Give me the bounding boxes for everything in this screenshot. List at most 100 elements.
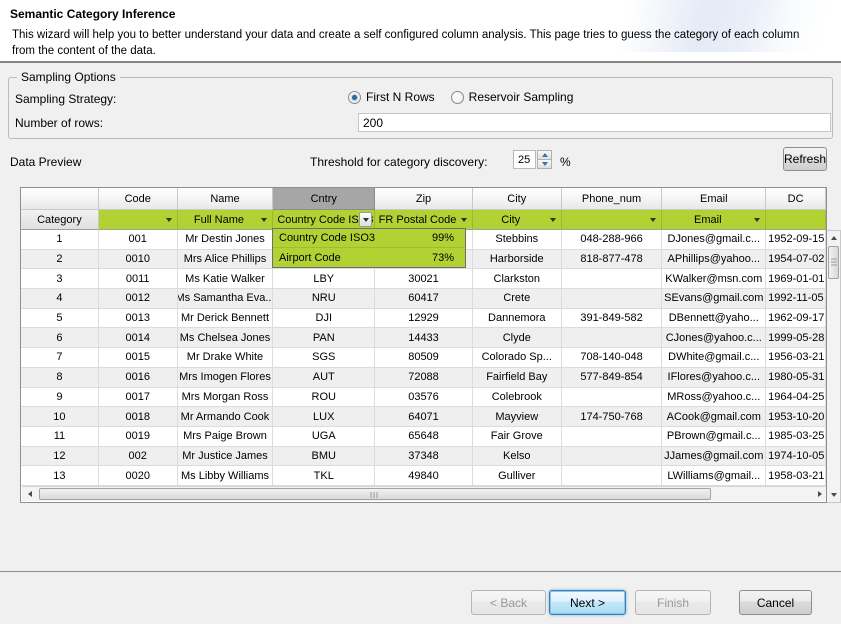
- table-row[interactable]: 110019Mrs Paige BrownUGA65648Fair GroveP…: [21, 427, 826, 447]
- number-of-rows-input[interactable]: [358, 113, 831, 132]
- table-cell[interactable]: DBennett@yaho...: [662, 309, 766, 328]
- table-cell[interactable]: 1974-10-05: [766, 447, 826, 466]
- table-cell[interactable]: 0015: [99, 348, 178, 367]
- table-cell[interactable]: 13: [21, 466, 99, 485]
- table-row[interactable]: 30011Ms Katie WalkerLBY30021ClarkstonKWa…: [21, 269, 826, 289]
- vertical-scrollbar[interactable]: [827, 230, 841, 503]
- table-cell[interactable]: AUT: [273, 368, 375, 387]
- table-cell[interactable]: 37348: [375, 447, 473, 466]
- table-cell[interactable]: 1952-09-15: [766, 230, 826, 249]
- table-cell[interactable]: Clyde: [473, 328, 562, 347]
- table-cell[interactable]: DJI: [273, 309, 375, 328]
- table-cell[interactable]: Mrs Imogen Flores: [178, 368, 274, 387]
- table-cell[interactable]: 30021: [375, 269, 473, 288]
- table-cell[interactable]: 60417: [375, 289, 473, 308]
- table-cell[interactable]: DWhite@gmail.c...: [662, 348, 766, 367]
- refresh-button[interactable]: Refresh: [783, 147, 827, 171]
- category-select-dob[interactable]: [766, 210, 826, 230]
- table-cell[interactable]: [562, 328, 663, 347]
- table-cell[interactable]: 1999-05-28: [766, 328, 826, 347]
- table-cell[interactable]: 10: [21, 407, 99, 426]
- table-cell[interactable]: Gulliver: [473, 466, 562, 485]
- table-cell[interactable]: Colorado Sp...: [473, 348, 562, 367]
- category-select-city[interactable]: City: [473, 210, 562, 230]
- column-header-email[interactable]: Email: [662, 188, 766, 210]
- scroll-left-button[interactable]: [22, 487, 37, 501]
- table-cell[interactable]: [562, 269, 663, 288]
- table-cell[interactable]: UGA: [273, 427, 375, 446]
- radio-unselected-icon[interactable]: [451, 91, 464, 104]
- table-cell[interactable]: 12: [21, 447, 99, 466]
- table-cell[interactable]: 5: [21, 309, 99, 328]
- table-cell[interactable]: LWilliams@gmail...: [662, 466, 766, 485]
- table-cell[interactable]: 391-849-582: [562, 309, 663, 328]
- table-cell[interactable]: 002: [99, 447, 178, 466]
- table-cell[interactable]: Mr Armando Cook: [178, 407, 274, 426]
- category-select-zip[interactable]: FR Postal Code: [375, 210, 473, 230]
- table-cell[interactable]: 708-140-048: [562, 348, 663, 367]
- threshold-spinner-value[interactable]: 25: [513, 150, 536, 169]
- table-cell[interactable]: 0016: [99, 368, 178, 387]
- back-button[interactable]: < Back: [471, 590, 546, 615]
- table-cell[interactable]: ACook@gmail.com: [662, 407, 766, 426]
- table-cell[interactable]: [562, 447, 663, 466]
- table-cell[interactable]: DJones@gmail.c...: [662, 230, 766, 249]
- table-cell[interactable]: Dannemora: [473, 309, 562, 328]
- table-cell[interactable]: Mrs Morgan Ross: [178, 388, 274, 407]
- table-cell[interactable]: 577-849-854: [562, 368, 663, 387]
- popup-item-country-code[interactable]: Country Code ISO3 99%: [273, 229, 465, 248]
- table-cell[interactable]: NRU: [273, 289, 375, 308]
- table-cell[interactable]: Mr Justice James: [178, 447, 274, 466]
- table-cell[interactable]: 0020: [99, 466, 178, 485]
- table-cell[interactable]: ROU: [273, 388, 375, 407]
- radio-selected-icon[interactable]: [348, 91, 361, 104]
- table-cell[interactable]: 1962-09-17: [766, 309, 826, 328]
- table-cell[interactable]: 1985-03-25: [766, 427, 826, 446]
- table-cell[interactable]: Ms Katie Walker: [178, 269, 274, 288]
- table-cell[interactable]: 14433: [375, 328, 473, 347]
- table-cell[interactable]: 174-750-768: [562, 407, 663, 426]
- table-cell[interactable]: 0013: [99, 309, 178, 328]
- table-cell[interactable]: 0019: [99, 427, 178, 446]
- table-cell[interactable]: 0014: [99, 328, 178, 347]
- table-cell[interactable]: [562, 388, 663, 407]
- table-cell[interactable]: LUX: [273, 407, 375, 426]
- table-row[interactable]: 70015Mr Drake WhiteSGS80509Colorado Sp..…: [21, 348, 826, 368]
- table-cell[interactable]: Mayview: [473, 407, 562, 426]
- table-cell[interactable]: APhillips@yahoo...: [662, 250, 766, 269]
- table-cell[interactable]: 1954-07-02: [766, 250, 826, 269]
- finish-button[interactable]: Finish: [635, 590, 711, 615]
- table-row[interactable]: 80016Mrs Imogen FloresAUT72088Fairfield …: [21, 368, 826, 388]
- table-row[interactable]: 12002Mr Justice JamesBMU37348KelsoJJames…: [21, 447, 826, 467]
- table-cell[interactable]: Ms Chelsea Jones: [178, 328, 274, 347]
- table-cell[interactable]: 1956-03-21: [766, 348, 826, 367]
- table-cell[interactable]: Stebbins: [473, 230, 562, 249]
- scroll-right-button[interactable]: [812, 487, 827, 501]
- table-cell[interactable]: 1980-05-31: [766, 368, 826, 387]
- radio-first-n-rows[interactable]: First N Rows: [348, 90, 435, 104]
- table-cell[interactable]: Mr Drake White: [178, 348, 274, 367]
- table-cell[interactable]: Ms Samantha Eva...: [178, 289, 274, 308]
- table-cell[interactable]: Crete: [473, 289, 562, 308]
- spinner-up-button[interactable]: [537, 150, 552, 160]
- table-cell[interactable]: Mrs Paige Brown: [178, 427, 274, 446]
- table-cell[interactable]: 0011: [99, 269, 178, 288]
- table-row[interactable]: 90017Mrs Morgan RossROU03576ColebrookMRo…: [21, 388, 826, 408]
- column-header-dob[interactable]: DC: [766, 188, 826, 210]
- table-cell[interactable]: 11: [21, 427, 99, 446]
- table-cell[interactable]: 9: [21, 388, 99, 407]
- table-cell[interactable]: 1953-10-20: [766, 407, 826, 426]
- table-cell[interactable]: 6: [21, 328, 99, 347]
- table-cell[interactable]: CJones@yahoo.c...: [662, 328, 766, 347]
- table-cell[interactable]: 7: [21, 348, 99, 367]
- scroll-up-button[interactable]: [827, 231, 840, 245]
- table-cell[interactable]: 12929: [375, 309, 473, 328]
- category-select-code[interactable]: [99, 210, 178, 230]
- column-header-rownum[interactable]: [21, 188, 99, 210]
- table-cell[interactable]: 72088: [375, 368, 473, 387]
- table-cell[interactable]: 1958-03-21: [766, 466, 826, 485]
- table-row[interactable]: 100018Mr Armando CookLUX64071Mayview174-…: [21, 407, 826, 427]
- table-cell[interactable]: 1992-11-05: [766, 289, 826, 308]
- column-header-name[interactable]: Name: [178, 188, 274, 210]
- table-cell[interactable]: 1: [21, 230, 99, 249]
